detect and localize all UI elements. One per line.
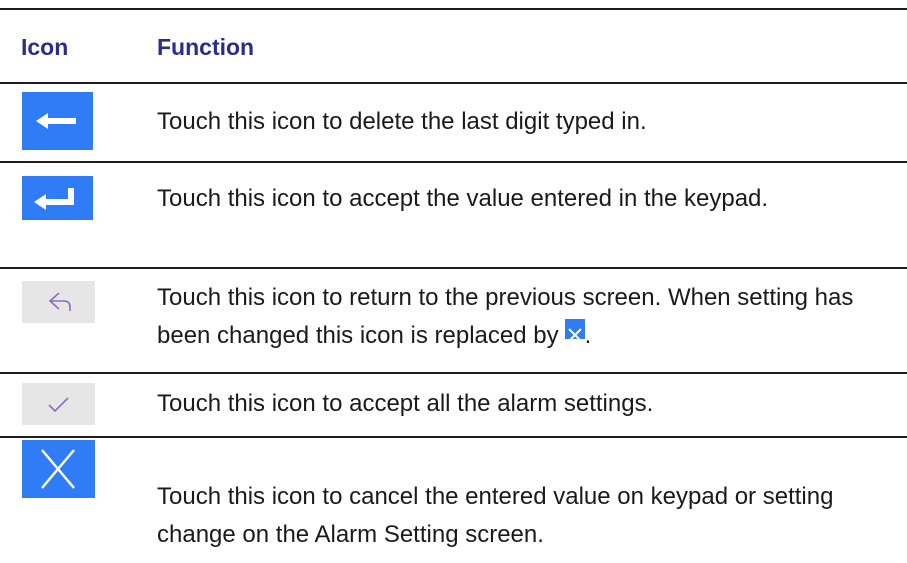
table-row: Touch this icon to return to the previou…: [0, 269, 907, 372]
icon-column-header: Icon: [21, 34, 69, 60]
row-description-part: Touch this icon to return to the previou…: [157, 284, 854, 349]
table-header: Icon Function: [0, 8, 907, 82]
close-icon: [22, 440, 95, 498]
row-description: Touch this icon to delete the last digit…: [157, 108, 647, 135]
row-description: Touch this icon to return to the previou…: [157, 279, 877, 355]
checkmark-icon: [22, 383, 95, 425]
enter-icon: [22, 176, 93, 220]
table-row: Touch this icon to delete the last digit…: [0, 84, 907, 161]
table-row: Touch this icon to accept all the alarm …: [0, 374, 907, 436]
table-row: Touch this icon to accept the value ente…: [0, 163, 907, 267]
close-icon: [564, 319, 585, 342]
row-description: Touch this icon to cancel the entered va…: [157, 483, 834, 548]
table-row: Touch this icon to cancel the entered va…: [0, 438, 907, 563]
row-description-end: .: [584, 322, 592, 349]
function-column-header: Function: [157, 34, 255, 60]
row-description: Touch this icon to accept the value ente…: [157, 185, 769, 212]
row-description: Touch this icon to accept all the alarm …: [157, 390, 654, 417]
back-icon: [22, 281, 95, 323]
backspace-icon: [22, 92, 93, 150]
